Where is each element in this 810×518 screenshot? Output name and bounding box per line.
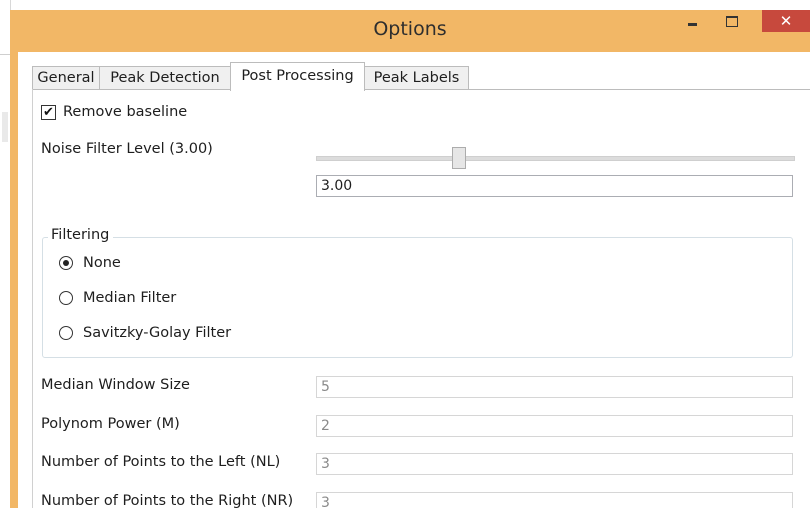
noise-filter-slider-track[interactable]	[316, 156, 795, 161]
filter-option-savitzky-golay[interactable]: Savitzky-Golay Filter	[59, 325, 231, 341]
filter-option-median-label: Median Filter	[83, 290, 177, 306]
points-left-input[interactable]: 3	[316, 453, 793, 475]
background-window-element	[2, 112, 8, 142]
radio-savitzky-golay[interactable]	[59, 326, 73, 340]
tab-panel-border	[32, 89, 810, 90]
points-right-label: Number of Points to the Right (NR)	[41, 493, 294, 509]
filtering-group-title: Filtering	[48, 227, 114, 243]
remove-baseline-row[interactable]: ✔ Remove baseline	[41, 104, 187, 120]
close-button[interactable]: ✕	[762, 10, 810, 32]
radio-selected-dot	[63, 260, 69, 266]
filter-option-median[interactable]: Median Filter	[59, 290, 176, 306]
remove-baseline-checkbox[interactable]: ✔	[41, 104, 56, 120]
tab-general[interactable]: General	[32, 66, 100, 90]
polynom-power-label: Polynom Power (M)	[41, 416, 180, 432]
tab-peak-labels[interactable]: Peak Labels	[364, 66, 469, 90]
checkmark-icon: ✔	[43, 104, 54, 120]
median-window-size-input[interactable]: 5	[316, 376, 793, 398]
options-dialog: Options ✕ General Peak Detection Post Pr…	[10, 10, 810, 518]
filter-option-savitzky-golay-label: Savitzky-Golay Filter	[83, 325, 232, 341]
noise-filter-slider-thumb[interactable]	[452, 147, 466, 169]
maximize-button[interactable]	[717, 10, 747, 32]
tab-panel-left-border	[32, 89, 33, 518]
title-bar[interactable]: Options ✕	[10, 10, 810, 52]
noise-filter-label: Noise Filter Level (3.00)	[41, 141, 213, 157]
radio-none[interactable]	[59, 256, 73, 270]
filter-option-none[interactable]: None	[59, 255, 121, 271]
minimize-button[interactable]	[677, 10, 707, 32]
points-left-label: Number of Points to the Left (NL)	[41, 454, 281, 470]
minimize-icon	[687, 22, 697, 26]
close-icon: ✕	[779, 12, 793, 30]
noise-filter-input[interactable]: 3.00	[316, 175, 793, 197]
dialog-content: General Peak Detection Post Processing P…	[18, 52, 810, 518]
tab-peak-detection[interactable]: Peak Detection	[99, 66, 231, 90]
window-bottom-shadow	[0, 508, 810, 518]
filter-option-none-label: None	[83, 255, 121, 271]
polynom-power-input[interactable]: 2	[316, 415, 793, 437]
tab-post-processing[interactable]: Post Processing	[230, 62, 365, 91]
median-window-size-label: Median Window Size	[41, 377, 190, 393]
remove-baseline-label: Remove baseline	[63, 104, 188, 120]
radio-median[interactable]	[59, 291, 73, 305]
maximize-icon	[726, 15, 738, 27]
